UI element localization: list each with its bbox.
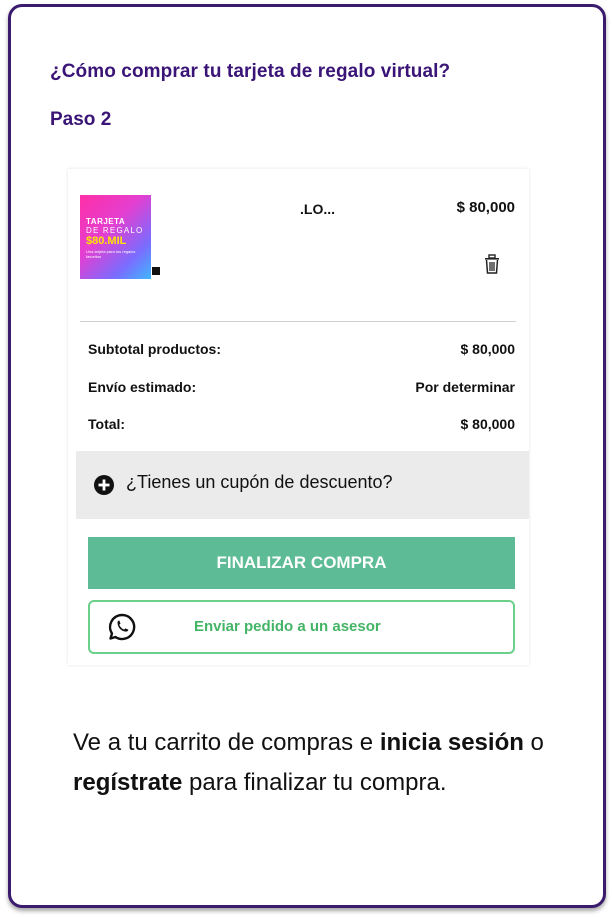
gift-card-thumbnail[interactable]: TARJETA DE REGALO $80.MIL Una tarjeta pa… <box>80 195 151 279</box>
step-label: Paso 2 <box>50 109 112 130</box>
cart-preview: TARJETA DE REGALO $80.MIL Una tarjeta pa… <box>68 169 529 665</box>
desc-part3: para finalizar tu compra. <box>182 769 447 796</box>
shipping-row: Envío estimado: Por determinar <box>88 379 515 395</box>
advisor-label: Enviar pedido a un asesor <box>194 618 381 635</box>
thumb-amount: $80.MIL <box>86 235 127 247</box>
shipping-label: Envío estimado: <box>88 379 197 395</box>
product-price: $ 80,000 <box>456 199 515 216</box>
desc-part2: o <box>523 729 544 756</box>
plus-circle-icon <box>94 475 114 495</box>
card-title: ¿Cómo comprar tu tarjeta de regalo virtu… <box>50 61 451 82</box>
step-description: Ve a tu carrito de compras e inicia sesi… <box>73 723 553 803</box>
finalize-purchase-button[interactable]: FINALIZAR COMPRA <box>88 537 515 589</box>
thumb-line2: DE REGALO <box>86 226 144 235</box>
whatsapp-icon <box>108 613 136 641</box>
instruction-card: ¿Cómo comprar tu tarjeta de regalo virtu… <box>8 4 606 908</box>
total-value: $ 80,000 <box>460 416 516 432</box>
total-label: Total: <box>88 416 126 432</box>
desc-login: inicia sesión <box>379 729 524 756</box>
shipping-value: Por determinar <box>415 379 515 395</box>
product-name[interactable]: .LO... <box>300 201 335 217</box>
subtotal-row: Subtotal productos: $ 80,000 <box>88 341 515 357</box>
coupon-label: ¿Tienes un cupón de descuento? <box>126 472 393 492</box>
thumb-line1: TARJETA <box>86 217 126 226</box>
desc-register: regístrate <box>73 769 183 796</box>
divider <box>80 321 516 322</box>
trash-icon[interactable] <box>482 253 502 275</box>
color-swatch <box>152 267 160 275</box>
desc-part1: Ve a tu carrito de compras e <box>73 729 380 756</box>
subtotal-label: Subtotal productos: <box>88 341 221 357</box>
thumb-small-text: Una tarjeta para tus regalos favoritos <box>86 249 136 259</box>
subtotal-value: $ 80,000 <box>460 341 516 357</box>
total-row: Total: $ 80,000 <box>88 416 515 432</box>
coupon-toggle[interactable]: ¿Tienes un cupón de descuento? <box>76 451 529 519</box>
send-to-advisor-button[interactable]: Enviar pedido a un asesor <box>88 600 515 654</box>
